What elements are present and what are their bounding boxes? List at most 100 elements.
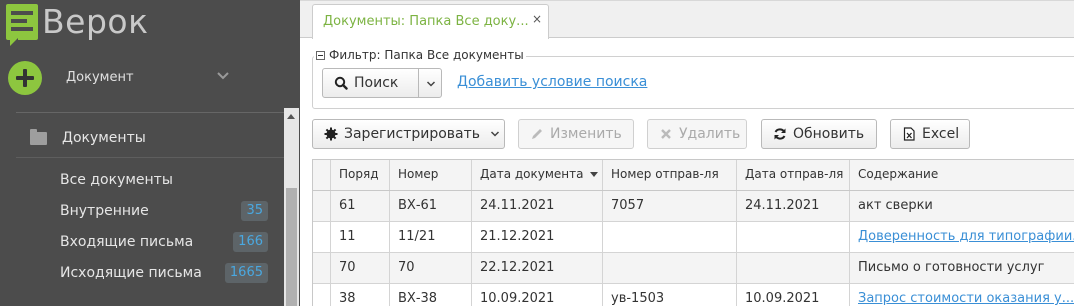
main-panel: Документы: Папка Все доку... × Фильтр: П…: [300, 0, 1074, 306]
row-selector-header[interactable]: [313, 160, 331, 190]
tab-title: Документы: Папка Все доку...: [323, 14, 529, 29]
tab-bar: Документы: Папка Все доку... ×: [300, 1, 1074, 39]
sidebar-item-label: Все документы: [60, 172, 173, 188]
sidebar-section-label: Документы: [62, 130, 146, 146]
collapse-icon[interactable]: [316, 50, 325, 60]
scroll-up-arrow-icon[interactable]: [287, 114, 295, 119]
cell-doc-date: 24.11.2021: [472, 191, 603, 221]
logo-icon: [6, 4, 38, 46]
chevron-down-icon[interactable]: [426, 79, 436, 89]
sidebar-item-all-documents[interactable]: Все документы: [0, 166, 284, 197]
chevron-down-icon[interactable]: [216, 69, 230, 83]
times-icon: [661, 129, 671, 139]
cell-order: 38: [331, 284, 390, 306]
documents-table: Поряд Номер Дата документа Номер отправ-…: [312, 159, 1074, 306]
cell-order: 61: [331, 191, 390, 221]
cell-doc-date: 22.12.2021: [472, 253, 603, 283]
row-selector[interactable]: [313, 191, 331, 221]
search-button-label: Поиск: [354, 75, 399, 91]
split-divider: [418, 69, 419, 97]
cell-content: Запрос стоимости оказания у...: [850, 284, 1074, 306]
refresh-button-label: Обновить: [793, 126, 865, 142]
close-icon[interactable]: ×: [532, 12, 542, 26]
edit-button-label: Изменить: [550, 126, 622, 142]
scrollbar-thumb[interactable]: [286, 188, 297, 306]
refresh-button[interactable]: Обновить: [761, 119, 877, 149]
column-header-label: Дата документа: [480, 167, 584, 181]
cog-icon: [324, 127, 338, 141]
refresh-icon: [774, 128, 786, 140]
cell-number: 70: [390, 253, 472, 283]
cell-doc-date: 10.09.2021: [472, 284, 603, 306]
sidebar-item-label: Внутренние: [60, 203, 149, 219]
app-logo[interactable]: Верок: [6, 2, 149, 46]
cell-sender-date: [737, 253, 850, 283]
cell-number: ВХ-61: [390, 191, 472, 221]
sidebar: Верок Документ Документы Все документы В…: [0, 0, 300, 306]
filter-legend[interactable]: Фильтр: Папка Все документы: [314, 48, 526, 62]
sidebar-section-documents[interactable]: Документы: [30, 128, 146, 146]
sidebar-item-incoming-letters[interactable]: Входящие письма 166: [0, 228, 284, 259]
table-row[interactable]: 11 11/21 21.12.2021 Доверенность для тип…: [313, 222, 1074, 253]
cell-order: 70: [331, 253, 390, 283]
new-document-type-label[interactable]: Документ: [66, 70, 134, 85]
row-selector[interactable]: [313, 253, 331, 283]
cell-order: 11: [331, 222, 390, 252]
sort-desc-icon: [589, 172, 598, 177]
search-button[interactable]: Поиск: [322, 68, 442, 98]
cell-sender-date: 24.11.2021: [737, 191, 850, 221]
add-document-button[interactable]: [8, 61, 42, 95]
delete-button[interactable]: Удалить: [647, 119, 747, 149]
chevron-down-icon: [491, 131, 500, 137]
column-header[interactable]: Номер отправ-ля: [603, 160, 737, 190]
column-header[interactable]: Поряд: [331, 160, 390, 190]
sidebar-divider: [16, 112, 284, 113]
cell-content: Доверенность для типографии...: [850, 222, 1074, 252]
cell-sender-number: ув-1503: [603, 284, 737, 306]
pencil-icon: [532, 129, 542, 139]
filter-legend-label: Фильтр: Папка Все документы: [329, 48, 524, 62]
column-header[interactable]: Содержание: [850, 160, 1074, 190]
row-selector[interactable]: [313, 284, 331, 306]
cell-content: Письмо о готовности услуг: [858, 260, 1045, 275]
content-link[interactable]: Доверенность для типографии...: [858, 229, 1074, 244]
folder-icon: [30, 128, 47, 145]
count-badge: 166: [233, 232, 268, 252]
edit-button[interactable]: Изменить: [518, 119, 634, 149]
sidebar-item-label: Исходящие письма: [60, 265, 202, 281]
count-badge: 1665: [224, 263, 268, 283]
sidebar-item-label: Входящие письма: [60, 234, 194, 250]
excel-file-icon: [903, 127, 915, 141]
column-header[interactable]: Дата отправ-ля: [737, 160, 850, 190]
delete-button-label: Удалить: [679, 126, 741, 142]
cell-sender-number: [603, 253, 737, 283]
cell-number: 11/21: [390, 222, 472, 252]
register-button-label: Зарегистрировать: [344, 126, 481, 142]
cell-number: ВХ-38: [390, 284, 472, 306]
add-search-condition-link[interactable]: Добавить условие поиска: [457, 74, 647, 90]
row-selector[interactable]: [313, 222, 331, 252]
sidebar-item-internal[interactable]: Внутренние 35: [0, 197, 284, 228]
sidebar-item-outgoing-letters[interactable]: Исходящие письма 1665: [0, 259, 284, 290]
tab-documents[interactable]: Документы: Папка Все доку... ×: [312, 4, 549, 39]
table-row[interactable]: 38 ВХ-38 10.09.2021 ув-1503 10.09.2021 З…: [313, 284, 1074, 306]
app-name: Верок: [42, 2, 149, 41]
new-document-bar: Документ: [8, 60, 308, 96]
table-header-row: Поряд Номер Дата документа Номер отправ-…: [313, 160, 1074, 191]
excel-button-label: Excel: [922, 126, 960, 142]
cell-sender-date: 10.09.2021: [737, 284, 850, 306]
cell-sender-number: 7057: [603, 191, 737, 221]
search-icon: [334, 76, 348, 90]
cell-sender-number: [603, 222, 737, 252]
sidebar-scrollbar[interactable]: [284, 108, 299, 306]
excel-button[interactable]: Excel: [890, 119, 970, 149]
column-header-sorted[interactable]: Дата документа: [472, 160, 603, 190]
content-link[interactable]: Запрос стоимости оказания у...: [858, 291, 1074, 306]
column-header[interactable]: Номер: [390, 160, 472, 190]
table-row[interactable]: 70 70 22.12.2021 Письмо о готовности усл…: [313, 253, 1074, 284]
count-badge: 35: [241, 201, 268, 221]
cell-content: акт сверки: [858, 198, 933, 213]
register-button[interactable]: Зарегистрировать: [312, 119, 505, 149]
table-row[interactable]: 61 ВХ-61 24.11.2021 7057 24.11.2021 акт …: [313, 191, 1074, 222]
cell-doc-date: 21.12.2021: [472, 222, 603, 252]
